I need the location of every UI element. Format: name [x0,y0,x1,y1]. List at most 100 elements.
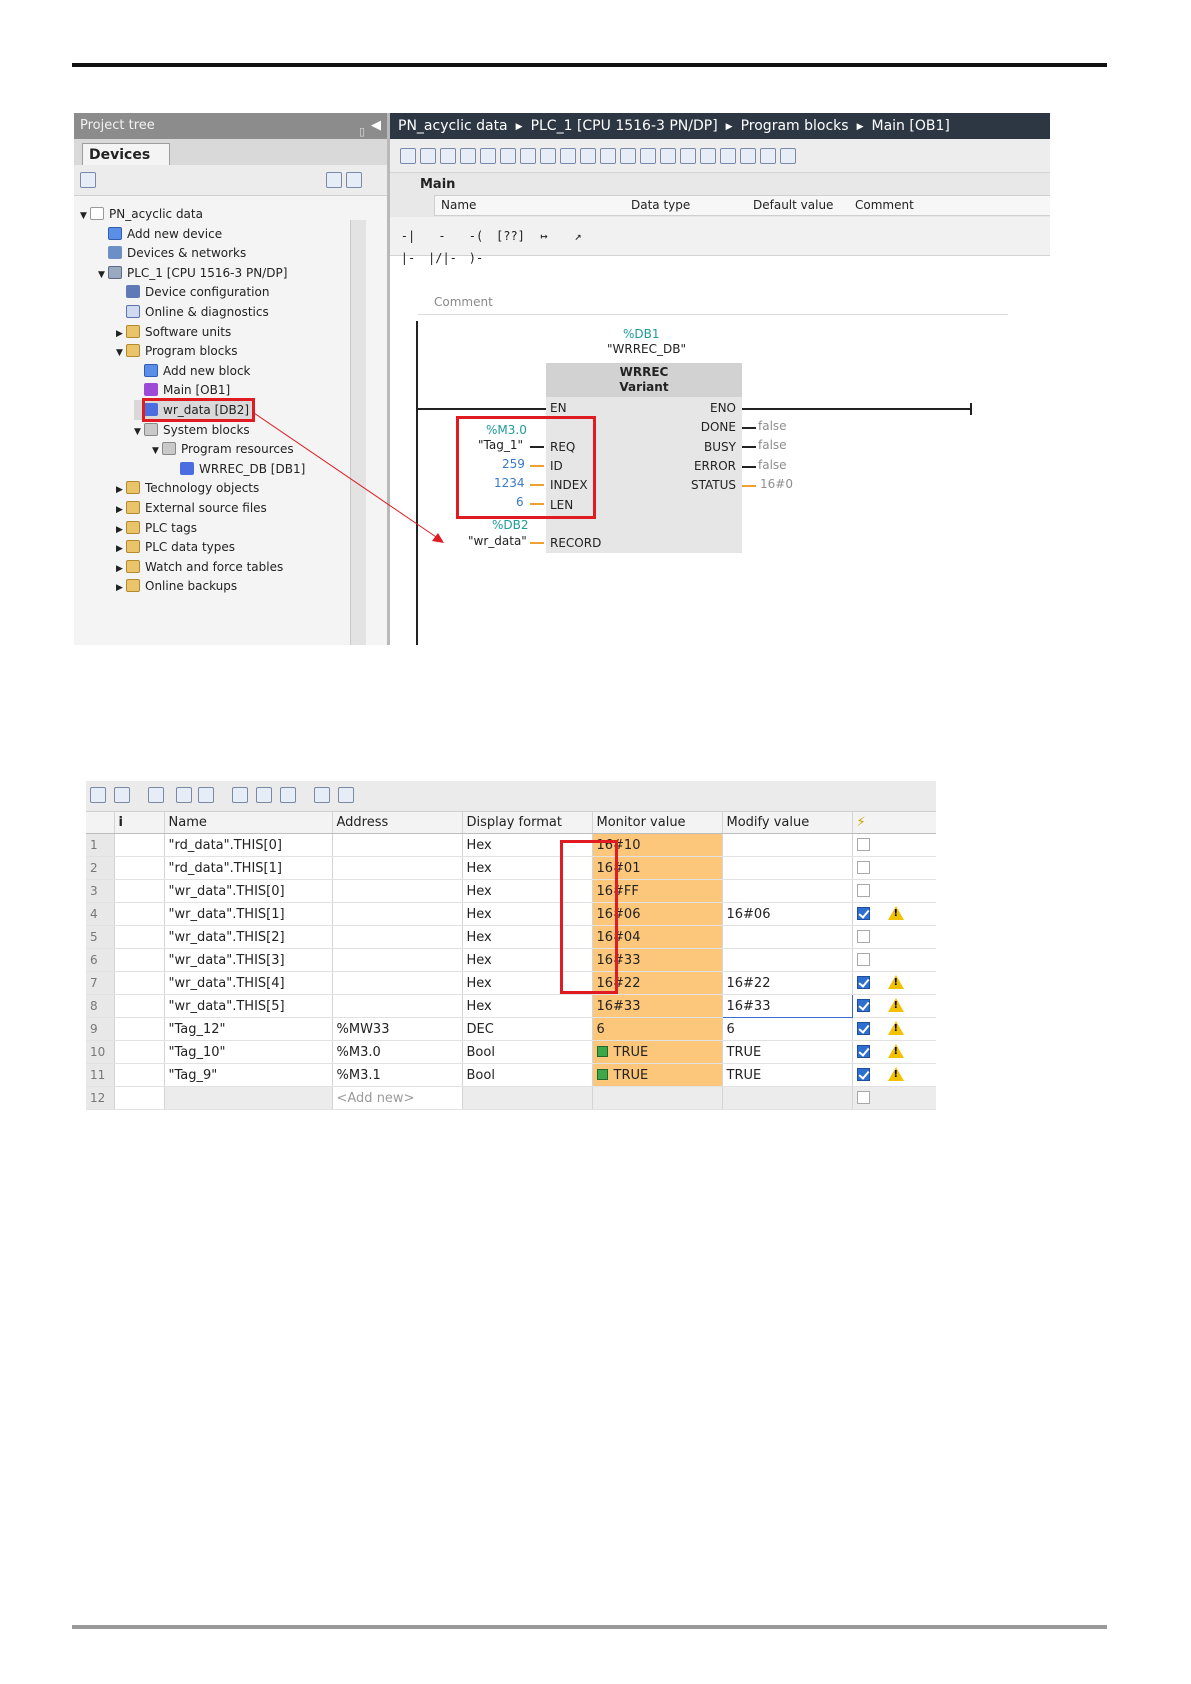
address-cell[interactable]: %MW33 [332,1017,463,1041]
address-cell[interactable] [332,994,463,1018]
header-address[interactable]: Address [332,812,463,834]
modify-checkbox[interactable] [856,1022,870,1035]
modify-value-cell[interactable] [722,948,853,972]
info-cell [114,1063,165,1087]
table-row[interactable]: 11 "Tag_9" %M3.1 Bool TRUE TRUE! [86,1063,936,1087]
display-format-cell[interactable]: DEC [462,1017,593,1041]
modify-checkbox[interactable] [856,952,870,966]
name-cell[interactable]: "Tag_10" [164,1040,333,1064]
warning-mark: ! [893,908,899,919]
modify-value-cell[interactable] [722,833,853,857]
modify-value-cell[interactable]: 16#33 [721,994,853,1018]
address-cell[interactable] [332,948,463,972]
table-row[interactable]: 7 "wr_data".THIS[4] Hex 16#22 16#22! [86,971,936,995]
arrow-line [253,412,443,542]
name-cell[interactable]: "wr_data".THIS[5] [164,994,333,1018]
modify-value-cell[interactable] [722,879,853,903]
monitor-now-icon[interactable] [338,787,354,803]
modify-flag-cell [852,879,936,903]
modify-value-cell[interactable] [722,856,853,880]
display-format-cell[interactable]: Bool [462,1040,593,1064]
modify-flag-cell [852,833,936,857]
name-cell[interactable]: "rd_data".THIS[0] [164,833,333,857]
address-cell[interactable] [332,833,463,857]
monitor-value: TRUE [613,1067,649,1083]
address-cell[interactable]: %M3.1 [332,1063,463,1087]
name-cell[interactable]: "wr_data".THIS[1] [164,902,333,926]
enable-peripheral-icon[interactable] [280,787,296,803]
modify-checkbox[interactable] [856,976,870,989]
modify-value-cell[interactable]: 16#06 [722,902,853,926]
address-cell[interactable] [332,971,463,995]
name-cell[interactable]: "rd_data".THIS[1] [164,856,333,880]
modify-checkbox[interactable] [856,999,870,1012]
add-row-icon[interactable] [114,787,130,803]
show-all-modify-icon[interactable] [148,787,164,803]
modify-checkbox[interactable] [856,883,870,897]
display-format-cell[interactable] [462,1086,593,1110]
table-row[interactable]: 5 "wr_data".THIS[2] Hex 16#04 [86,925,936,949]
header-monitor-value[interactable]: Monitor value [592,812,723,834]
warning-icon: ! [887,1067,904,1081]
row-number: 5 [86,925,115,949]
header-modify-flag[interactable]: ⚡ [852,812,936,834]
header-display-format[interactable]: Display format [462,812,593,834]
modify-checkbox[interactable] [856,837,870,851]
modify-now-icon[interactable] [232,787,248,803]
table-row[interactable]: 8 "wr_data".THIS[5] Hex 16#33 16#33! [86,994,936,1018]
row-number: 11 [86,1063,115,1087]
modify-checkbox[interactable] [856,1068,870,1081]
name-cell[interactable]: "wr_data".THIS[4] [164,971,333,995]
modify-value-cell[interactable]: 16#22 [722,971,853,995]
name-cell[interactable]: "wr_data".THIS[0] [164,879,333,903]
table-row[interactable]: 2 "rd_data".THIS[1] Hex 16#01 [86,856,936,880]
table-row[interactable]: 1 "rd_data".THIS[0] Hex 16#10 [86,833,936,857]
info-cell [114,856,165,880]
address-cell[interactable]: <Add new> [332,1086,463,1110]
modify-checkbox[interactable] [856,1045,870,1058]
table-row[interactable]: 9 "Tag_12" %MW33 DEC 6 6! [86,1017,936,1041]
table-row[interactable]: 3 "wr_data".THIS[0] Hex 16#FF [86,879,936,903]
header-info[interactable]: i [114,812,165,834]
modify-value-cell[interactable]: TRUE [722,1063,853,1087]
annotation-arrow [253,412,444,543]
display-format-cell[interactable]: Bool [462,1063,593,1087]
name-cell[interactable]: "Tag_9" [164,1063,333,1087]
monitor-all-icon[interactable] [314,787,330,803]
address-cell[interactable] [332,902,463,926]
modify-value-cell[interactable]: 6 [722,1017,853,1041]
modify-value-cell[interactable]: TRUE [722,1040,853,1064]
table-row[interactable]: 12 <Add new> [86,1086,936,1110]
table-row[interactable]: 6 "wr_data".THIS[3] Hex 16#33 [86,948,936,972]
monitor-value-cell: TRUE [592,1063,723,1087]
modify-trigger-icon[interactable] [256,787,272,803]
expanded-mode-icon[interactable] [176,787,192,803]
insert-row-icon[interactable] [90,787,106,803]
name-cell[interactable]: "Tag_12" [164,1017,333,1041]
monitor-value: 16#33 [596,998,641,1014]
modify-checkbox[interactable] [856,929,870,943]
name-cell[interactable] [164,1086,333,1110]
monitor-values-highlight [560,840,618,994]
address-cell[interactable] [332,856,463,880]
modify-value-cell[interactable] [722,1086,853,1110]
modify-flag-cell: ! [852,1017,936,1041]
modify-value-cell[interactable] [722,925,853,949]
display-format-cell[interactable]: Hex [462,994,593,1018]
monitor-value-cell: 6 [592,1017,723,1041]
table-row[interactable]: 4 "wr_data".THIS[1] Hex 16#06 16#06! [86,902,936,926]
name-cell[interactable]: "wr_data".THIS[3] [164,948,333,972]
address-cell[interactable] [332,925,463,949]
address-cell[interactable] [332,879,463,903]
table-row[interactable]: 10 "Tag_10" %M3.0 Bool TRUE TRUE! [86,1040,936,1064]
modify-checkbox[interactable] [856,1090,870,1104]
modify-checkbox[interactable] [856,860,870,874]
address-cell[interactable]: %M3.0 [332,1040,463,1064]
header-modify-value[interactable]: Modify value [722,812,853,834]
basic-mode-icon[interactable] [198,787,214,803]
modify-checkbox[interactable] [856,907,870,920]
warning-icon: ! [887,1044,904,1058]
header-name[interactable]: Name [164,812,333,834]
watch-table-header: i Name Address Display format Monitor va… [86,812,936,834]
name-cell[interactable]: "wr_data".THIS[2] [164,925,333,949]
